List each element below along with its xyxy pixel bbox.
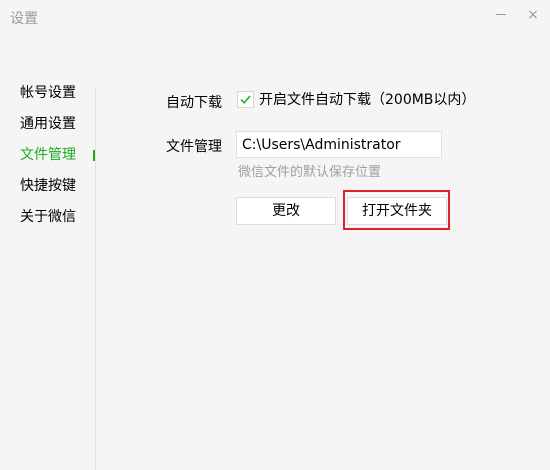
file-management-label: 文件管理: [166, 139, 222, 155]
auto-download-toggle[interactable]: 开启文件自动下载（200MB以内）: [237, 89, 475, 109]
save-path-hint: 微信文件的默认保存位置: [238, 165, 382, 180]
file-management-panel: 自动下载 开启文件自动下载（200MB以内） 文件管理 微信文件的默认保存位置 …: [96, 0, 550, 470]
window-title: 设置: [10, 11, 38, 27]
sidebar-item-about[interactable]: 关于微信: [0, 202, 96, 233]
sidebar-item-label: 关于微信: [20, 209, 76, 225]
sidebar-item-label: 文件管理: [20, 147, 76, 163]
auto-download-checkbox[interactable]: [237, 90, 254, 108]
sidebar-item-label: 快捷按键: [20, 178, 76, 194]
sidebar-item-file-management[interactable]: 文件管理: [0, 140, 96, 171]
sidebar-item-general[interactable]: 通用设置: [0, 109, 96, 140]
auto-download-label: 自动下载: [166, 95, 222, 111]
sidebar-item-label: 通用设置: [20, 116, 76, 132]
change-path-button[interactable]: 更改: [236, 197, 336, 225]
sidebar-item-account[interactable]: 帐号设置: [0, 78, 96, 109]
settings-sidebar: 帐号设置 通用设置 文件管理 快捷按键 关于微信: [0, 78, 96, 233]
settings-window: 设置 × 帐号设置 通用设置 文件管理 快捷按键 关于微信 自动下载 开启文件自…: [0, 0, 550, 470]
open-folder-button[interactable]: 打开文件夹: [347, 197, 447, 225]
sidebar-item-label: 帐号设置: [20, 85, 76, 101]
checkmark-icon: [240, 95, 251, 104]
auto-download-checkbox-label: 开启文件自动下载（200MB以内）: [259, 92, 476, 108]
save-path-field[interactable]: [236, 131, 442, 158]
sidebar-item-shortcuts[interactable]: 快捷按键: [0, 171, 96, 202]
